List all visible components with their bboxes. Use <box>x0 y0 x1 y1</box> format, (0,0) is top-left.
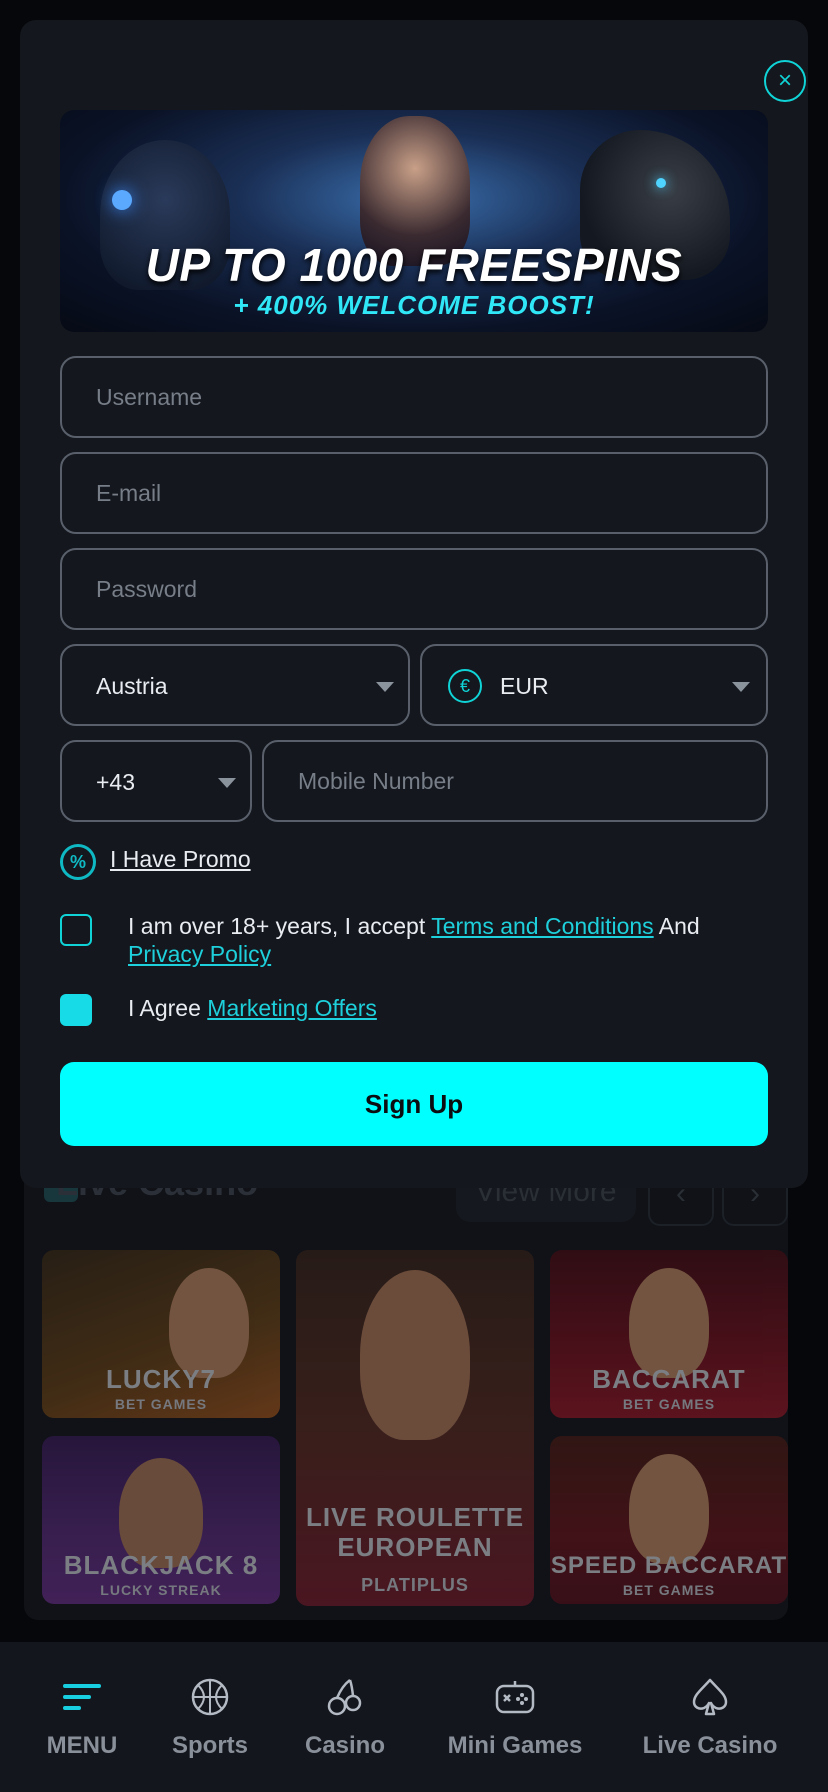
nav-menu[interactable]: MENU <box>26 1642 138 1792</box>
country-value: Austria <box>96 673 168 699</box>
username-field[interactable] <box>60 356 768 438</box>
euro-icon: € <box>448 669 482 703</box>
game-title: BACCARAT <box>592 1364 746 1394</box>
terms-text: I am over 18+ years, I accept Terms and … <box>128 912 768 968</box>
cherries-icon <box>327 1679 362 1716</box>
game-title: LUCKY7 <box>105 1364 216 1394</box>
glow-orb-icon <box>112 190 132 210</box>
bottom-nav: MENU Sports Casino Mini Games Live Casin… <box>0 1642 828 1792</box>
email-input[interactable] <box>62 454 766 532</box>
currency-select[interactable]: € EUR <box>420 644 768 726</box>
basketball-icon <box>191 1678 229 1716</box>
privacy-link[interactable]: Privacy Policy <box>128 941 271 967</box>
nav-label: MENU <box>46 1732 118 1759</box>
chevron-down-icon <box>732 682 750 692</box>
password-field[interactable] <box>60 548 768 630</box>
game-tile[interactable]: SPEED BACCARAT BET GAMES <box>550 1436 788 1604</box>
marketing-text-row: I Agree Marketing Offers <box>128 994 768 1022</box>
marketing-link[interactable]: Marketing Offers <box>207 995 377 1021</box>
password-input[interactable] <box>62 550 766 628</box>
phone-code-select[interactable]: +43 <box>60 740 252 822</box>
age-checkbox[interactable] <box>60 914 92 946</box>
username-input[interactable] <box>62 358 766 436</box>
game-tile[interactable]: LUCKY7 BET GAMES <box>42 1250 280 1418</box>
game-subtitle: BET GAMES <box>114 1396 208 1412</box>
mobile-field[interactable] <box>262 740 768 822</box>
country-select[interactable]: Austria <box>60 644 410 726</box>
currency-value: EUR <box>500 673 549 699</box>
game-tile[interactable]: LIVE ROULETTE EUROPEAN PLATIPLUS <box>296 1250 534 1606</box>
chevron-down-icon <box>218 778 236 788</box>
game-subtitle: BET GAMES <box>622 1582 716 1598</box>
nav-label: Sports <box>171 1732 248 1759</box>
phone-code-value: +43 <box>96 769 136 795</box>
chevron-down-icon <box>376 682 394 692</box>
close-icon[interactable]: × <box>764 60 806 102</box>
email-field[interactable] <box>60 452 768 534</box>
gamepad-icon <box>495 1681 535 1714</box>
promo-icon[interactable]: % <box>60 844 96 880</box>
nav-label: Mini Games <box>447 1732 583 1759</box>
game-title: SPEED BACCARAT <box>550 1552 788 1579</box>
dragon-eye-icon <box>656 178 666 188</box>
sign-up-button[interactable]: Sign Up <box>60 1062 768 1146</box>
banner-subline: + 400% WELCOME BOOST! <box>233 290 595 320</box>
game-subtitle: LUCKY STREAK <box>100 1582 222 1598</box>
game-tile[interactable]: BLACKJACK 8 LUCKY STREAK <box>42 1436 280 1604</box>
spade-icon <box>692 1678 728 1716</box>
promo-link[interactable]: I Have Promo <box>110 846 251 873</box>
menu-icon <box>63 1684 101 1710</box>
nav-casino[interactable]: Casino <box>290 1642 400 1792</box>
nav-sports[interactable]: Sports <box>158 1642 262 1792</box>
mobile-input[interactable] <box>264 742 766 820</box>
terms-link[interactable]: Terms and Conditions <box>431 913 653 939</box>
marketing-text: I Agree <box>128 995 201 1021</box>
game-title: LIVE ROULETTE EUROPEAN <box>305 1502 525 1562</box>
game-tile[interactable]: BACCARAT BET GAMES <box>550 1250 788 1418</box>
and-text: And <box>658 913 700 939</box>
game-subtitle: PLATIPLUS <box>361 1575 469 1595</box>
nav-live-casino[interactable]: Live Casino <box>630 1642 790 1792</box>
promo-banner: UP TO 1000 FREESPINS + 400% WELCOME BOOS… <box>60 110 768 332</box>
age-text: I am over 18+ years, I accept <box>128 913 426 939</box>
nav-label: Live Casino <box>642 1732 778 1759</box>
nav-mini-games[interactable]: Mini Games <box>436 1642 594 1792</box>
game-title: BLACKJACK 8 <box>63 1550 259 1580</box>
nav-label: Casino <box>304 1732 385 1759</box>
marketing-checkbox[interactable] <box>60 994 92 1026</box>
game-subtitle: BET GAMES <box>622 1396 716 1412</box>
banner-headline: UP TO 1000 FREESPINS <box>145 239 683 291</box>
